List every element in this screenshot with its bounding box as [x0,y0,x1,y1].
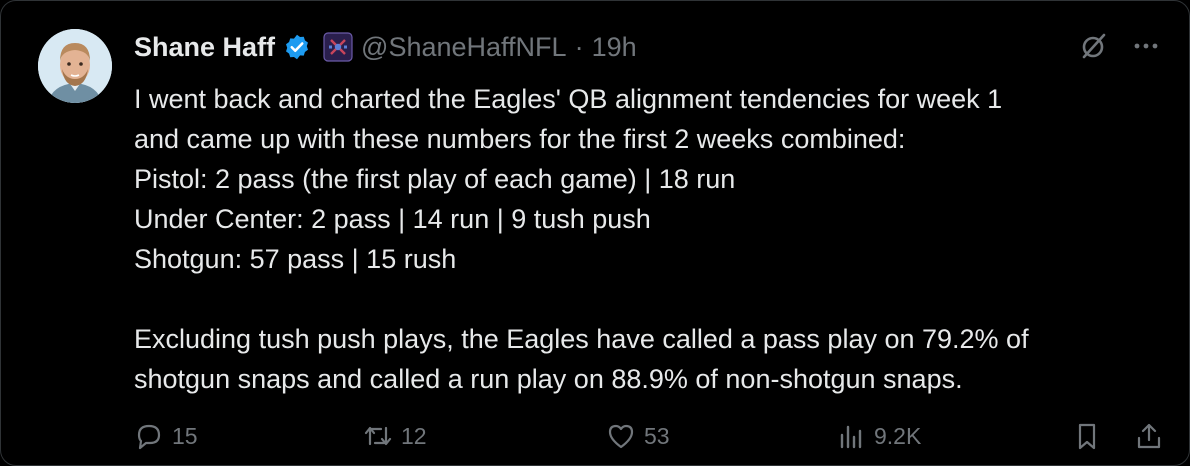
author-handle[interactable]: @ShaneHaffNFL [361,32,567,63]
author-name[interactable]: Shane Haff [134,32,275,63]
avatar-image [38,29,112,103]
like-count: 53 [644,422,670,449]
tweet-text: I went back and charted the Eagles' QB a… [134,79,1164,399]
bookmark-button[interactable] [1072,421,1102,451]
bookmark-icon [1078,423,1096,450]
tweet-card[interactable]: Shane Haff @ShaneHaffNFL · 19h I went ba… [0,0,1190,466]
tweet-text-line: Excluding tush push plays, the Eagles ha… [134,324,1029,354]
reply-icon [137,424,161,450]
views-button[interactable]: 9.2K [836,421,921,451]
tweet-text-line: and came up with these numbers for the f… [134,124,906,154]
repost-button[interactable]: 12 [363,421,427,451]
share-icon [1137,423,1161,449]
views-count: 9.2K [874,422,922,449]
tweet-text-line: I went back and charted the Eagles' QB a… [134,84,1003,114]
share-button[interactable] [1134,421,1164,451]
tweet-header: Shane Haff @ShaneHaffNFL · 19h [134,27,637,67]
avatar[interactable] [38,29,112,103]
like-button[interactable]: 53 [606,421,670,451]
tweet-text-line: Under Center: 2 pass | 14 run | 9 tush p… [134,204,651,234]
tweet-text-line: Shotgun: 57 pass | 15 rush [134,244,457,274]
tweet-text-line: Pistol: 2 pass (the first play of each g… [134,164,736,194]
like-icon [608,424,634,449]
reply-button[interactable]: 15 [134,421,198,451]
tweet-top-actions [1079,31,1161,61]
timestamp[interactable]: 19h [592,32,637,63]
reply-count: 15 [172,422,198,449]
separator-dot: · [574,31,584,62]
tweet-text-line: shotgun snaps and called a run play on 8… [134,364,963,394]
more-icon[interactable] [1131,31,1161,61]
tweet-text-line [134,279,1164,319]
action-bar: 15 12 53 9.2K [134,421,1164,461]
affiliate-badge-icon[interactable] [323,32,353,62]
repost-icon [364,426,392,446]
repost-count: 12 [401,422,427,449]
grok-icon[interactable] [1079,31,1109,61]
verified-badge-icon[interactable] [283,33,311,61]
views-icon [840,425,862,449]
